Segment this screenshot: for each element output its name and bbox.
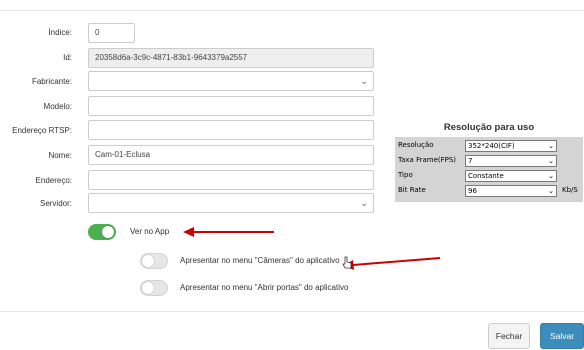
modelo-label: Modelo: [43,102,72,111]
taxa-frame-select[interactable]: 7 ⌄ [465,155,557,167]
red-arrow-icon [343,257,441,270]
resolution-row: Bit Rate 96 ⌄ Kb/S [395,184,583,198]
chevron-down-icon: ⌄ [548,157,554,165]
close-button[interactable]: Fechar [488,323,530,349]
header-divider [0,10,584,11]
endereco-rtsp-label: Endereço RTSP: [12,126,72,135]
tipo-select[interactable]: Constante ⌄ [465,170,557,182]
nome-label: Nome: [48,151,72,160]
save-button[interactable]: Salvar [540,323,584,349]
chevron-down-icon: ⌄ [548,187,554,195]
chevron-down-icon: ⌄ [548,142,554,150]
indice-input[interactable]: 0 [88,23,135,43]
resolution-row-label: Resolução [398,141,434,149]
resolution-panel: Resolução 352*240(CIF) ⌄ Taxa Frame(FPS) … [395,137,583,202]
hand-cursor-icon [342,256,352,269]
servidor-label: Servidor: [39,199,72,208]
indice-label: Índice: [48,28,72,37]
endereco-rtsp-input[interactable] [88,120,374,140]
chevron-down-icon: ⌄ [360,198,368,208]
toggle-knob [102,226,114,238]
id-label: Id: [63,53,72,62]
menu-cameras-label: Apresentar no menu "Câmeras" do aplicati… [180,256,340,265]
ver-no-app-label: Ver no App [130,227,170,236]
id-input: 20358d6a-3c9c-4871-83b1-9643379a2557 [88,48,374,68]
resolution-row-label: Bit Rate [398,186,426,194]
chevron-down-icon: ⌄ [548,172,554,180]
menu-abrir-portas-label: Apresentar no menu "Abrir portas" do apl… [180,283,349,292]
resolution-row-label: Tipo [398,171,413,179]
chevron-down-icon: ⌄ [360,76,368,86]
toggle-knob [142,255,154,267]
bit-rate-select[interactable]: 96 ⌄ [465,185,557,197]
resolution-row: Tipo Constante ⌄ [395,169,583,183]
resolution-row: Resolução 352*240(CIF) ⌄ [395,139,583,153]
resolution-row: Taxa Frame(FPS) 7 ⌄ [395,154,583,168]
endereco-label: Endereço: [35,176,72,185]
modelo-input[interactable] [88,96,374,116]
fabricante-label: Fabricante: [31,77,72,86]
bit-rate-unit: Kb/S [562,186,578,194]
footer-divider [0,311,584,312]
fabricante-select[interactable]: ⌄ [88,71,374,91]
resolution-title: Resolução para uso [443,122,535,133]
red-arrow-icon [183,227,274,237]
resolution-row-label: Taxa Frame(FPS) [398,156,457,164]
ver-no-app-toggle[interactable] [88,224,116,240]
nome-input[interactable]: Cam-01-Eclusa [88,145,374,165]
servidor-select[interactable]: ⌄ [88,193,374,213]
toggle-knob [142,282,154,294]
endereco-input[interactable] [88,170,374,190]
resolucao-select[interactable]: 352*240(CIF) ⌄ [465,140,557,152]
menu-cameras-toggle[interactable] [140,253,168,269]
menu-abrir-portas-toggle[interactable] [140,280,168,296]
